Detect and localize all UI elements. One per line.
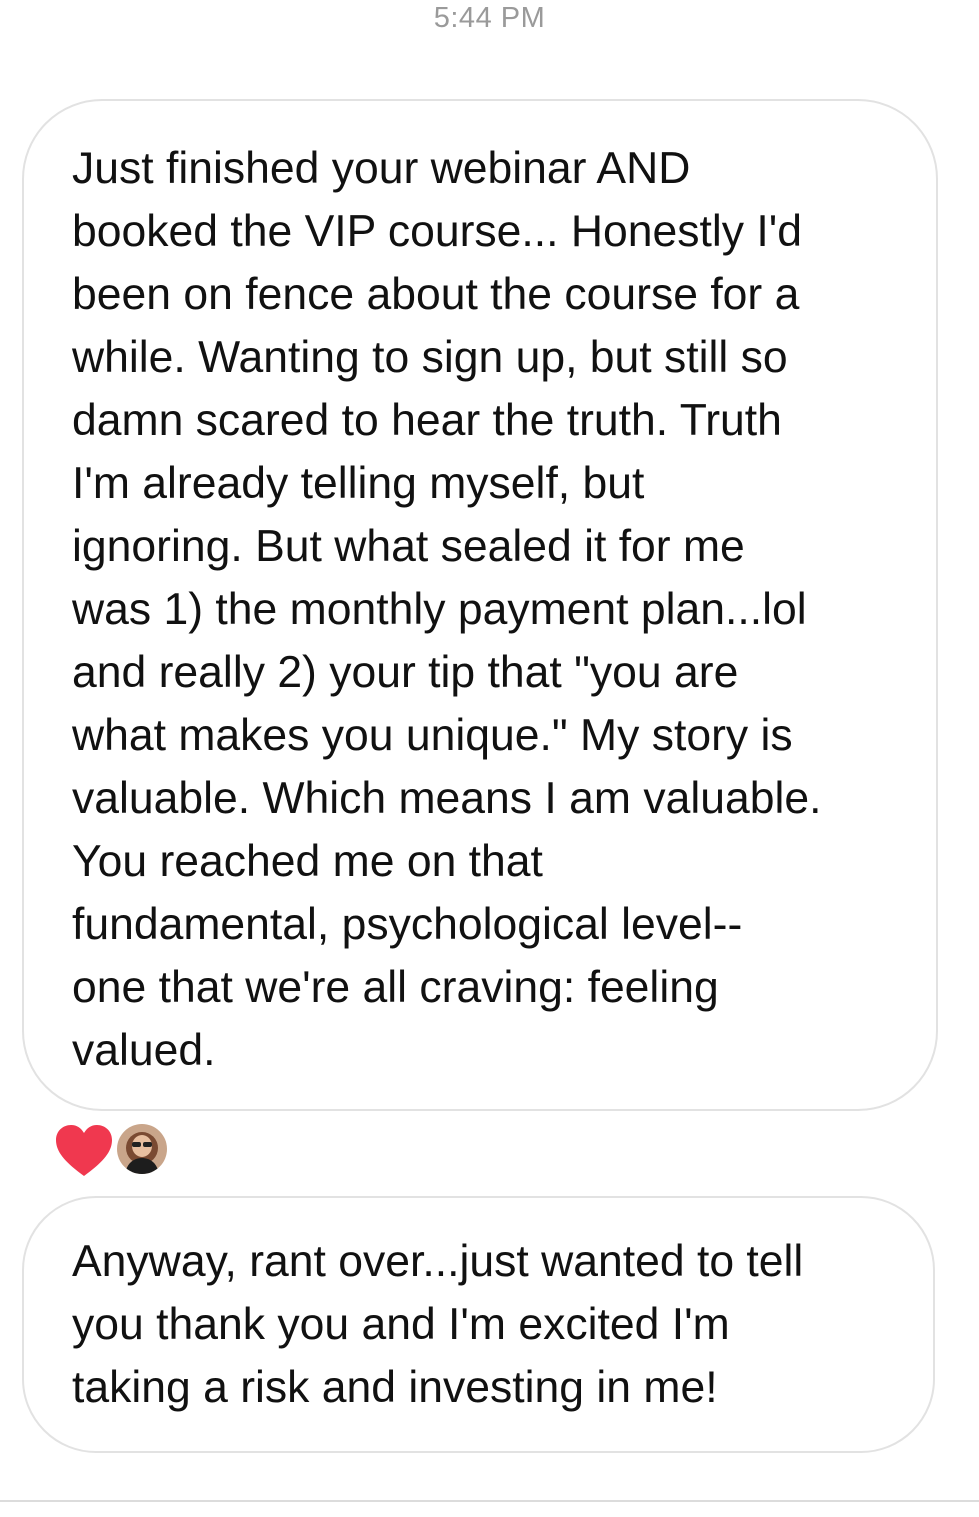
reactor-avatar[interactable] (115, 1122, 169, 1176)
message-timestamp: 5:44 PM (433, 2, 546, 34)
message-bubble[interactable]: Anyway, rant over...just wanted to tell … (22, 1196, 935, 1453)
divider (0, 1500, 979, 1502)
message-reactions[interactable] (55, 1122, 185, 1180)
heart-icon (56, 1125, 112, 1176)
message-bubble[interactable]: Just finished your webinar AND booked th… (22, 99, 938, 1111)
